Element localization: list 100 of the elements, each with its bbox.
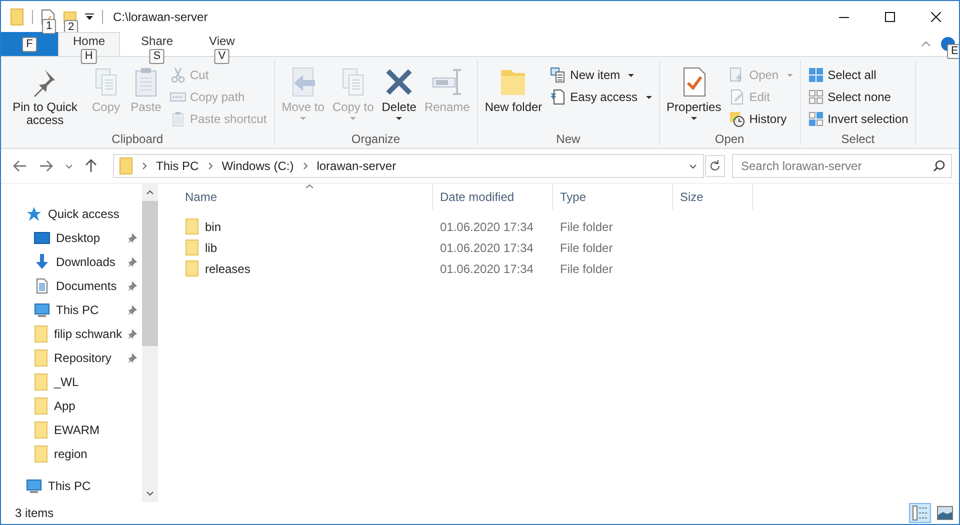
folder-icon <box>119 157 133 175</box>
item-count: 3 items <box>15 506 54 520</box>
pin-icon <box>127 353 137 363</box>
maximize-icon <box>885 12 895 22</box>
search-icon <box>933 160 945 172</box>
breadcrumb[interactable]: Windows (C:) <box>222 159 294 173</box>
ribbon-button[interactable]: Delete <box>378 64 420 130</box>
caret-icon <box>350 117 356 120</box>
window-title: C:\lorawan-server <box>113 10 208 24</box>
sort-icon <box>305 184 314 189</box>
pin-icon <box>127 281 137 291</box>
nav-item[interactable]: Quick access <box>1 202 142 226</box>
ribbon-button[interactable]: New folder <box>482 64 546 130</box>
ribbon-button[interactable]: Properties <box>664 64 724 130</box>
new-item-icon <box>550 67 566 83</box>
file-tab[interactable]: F <box>1 32 58 56</box>
folder-icon <box>34 325 48 343</box>
table-cell-text: 01.06.2020 17:34 <box>439 240 534 256</box>
large-icons-view-button[interactable] <box>934 503 956 523</box>
nav-item[interactable]: Downloads <box>1 250 142 274</box>
scrollbar[interactable] <box>142 184 158 502</box>
forward-icon[interactable] <box>39 160 53 172</box>
download-icon <box>34 254 50 270</box>
star-icon <box>26 206 42 222</box>
dropdown-icon[interactable] <box>85 12 94 20</box>
nav-item[interactable]: EWARM <box>1 418 142 442</box>
nav-item[interactable]: _WL <box>1 370 142 394</box>
computer-icon <box>26 478 42 494</box>
close-icon <box>931 12 941 22</box>
scroll-up-icon[interactable] <box>146 190 154 195</box>
column-header[interactable]: Size <box>673 184 753 210</box>
clipboard-shortcut-icon <box>170 111 186 127</box>
nav-item[interactable]: Desktop <box>1 226 142 250</box>
chevron-icon <box>302 162 308 170</box>
pencil-icon <box>729 89 746 105</box>
nav-item[interactable]: filip schwank <box>1 322 142 346</box>
group-label: Select <box>841 131 875 148</box>
back-icon[interactable] <box>13 160 27 172</box>
nav-item[interactable]: This PC <box>1 474 142 498</box>
folder-icon <box>34 397 48 415</box>
pin-icon <box>127 233 137 243</box>
keytip: E <box>947 44 959 59</box>
ribbon-button[interactable]: Easy access <box>547 86 655 108</box>
grid-icon <box>808 111 824 127</box>
refresh-button[interactable] <box>705 155 725 177</box>
details-view-button[interactable] <box>909 503 931 523</box>
pin-icon <box>127 257 137 267</box>
ribbon-button[interactable]: Select none <box>804 86 912 108</box>
table-cell-text: File folder <box>559 218 614 236</box>
keytip: 1 <box>42 18 56 34</box>
nav-item[interactable]: Repository <box>1 346 142 370</box>
caret-icon <box>786 74 793 76</box>
nav-item[interactable]: region <box>1 442 142 466</box>
search-field[interactable]: Search lorawan-server <box>732 154 952 178</box>
table-cell-text: File folder <box>559 240 614 256</box>
ribbon-button[interactable]: New item <box>547 64 655 86</box>
scissors-icon <box>170 67 186 83</box>
column-header[interactable]: Date modified <box>433 184 553 210</box>
folder-icon <box>34 445 48 463</box>
folder-icon <box>34 421 48 439</box>
collapse-ribbon-icon[interactable] <box>921 41 931 47</box>
group-label: Clipboard <box>112 131 164 148</box>
nav-item[interactable]: This PC <box>1 298 142 322</box>
column-header[interactable]: Type <box>553 184 673 210</box>
caret-icon <box>690 117 697 120</box>
column-header[interactable]: Name <box>178 184 433 210</box>
caret-icon <box>300 117 306 120</box>
ribbon-button[interactable]: Select all <box>804 64 912 86</box>
group-label: New <box>556 131 580 148</box>
pin-icon <box>127 329 137 339</box>
pin-icon <box>127 305 137 315</box>
caret-icon <box>628 74 634 76</box>
folder-icon <box>34 373 48 391</box>
ribbon-button[interactable]: Invert selection <box>804 108 912 130</box>
folder-icon <box>185 239 199 256</box>
desktop-icon <box>34 230 50 246</box>
nav-item[interactable]: App <box>1 394 142 418</box>
recent-dropdown-icon[interactable] <box>65 164 73 168</box>
ribbon-button[interactable]: History <box>726 108 796 130</box>
caret-icon <box>646 96 652 98</box>
up-icon[interactable] <box>85 159 97 173</box>
file-name[interactable]: releases <box>205 262 250 276</box>
address-field[interactable]: This PC Windows (C:) lorawan-server <box>113 154 704 178</box>
file-name[interactable]: lib <box>205 240 218 254</box>
keytip: H <box>80 49 97 64</box>
nav-item[interactable]: Documents <box>1 274 142 298</box>
chevron-icon <box>142 162 147 170</box>
table-cell-text: 01.06.2020 17:34 <box>439 218 534 236</box>
scroll-down-icon[interactable] <box>146 491 154 496</box>
breadcrumb[interactable]: lorawan-server <box>316 159 396 173</box>
keytip: S <box>149 49 165 64</box>
file-name[interactable]: bin <box>205 220 222 234</box>
ribbon-button[interactable]: Pin to Quick access <box>5 64 85 130</box>
refresh-icon <box>709 160 721 172</box>
keytip: V <box>214 49 230 64</box>
text-cursor-icon <box>431 66 464 98</box>
document-icon <box>34 278 50 294</box>
group-label: Organize <box>351 131 400 148</box>
dropdown-icon[interactable] <box>689 164 697 168</box>
breadcrumb[interactable]: This PC <box>156 159 199 173</box>
